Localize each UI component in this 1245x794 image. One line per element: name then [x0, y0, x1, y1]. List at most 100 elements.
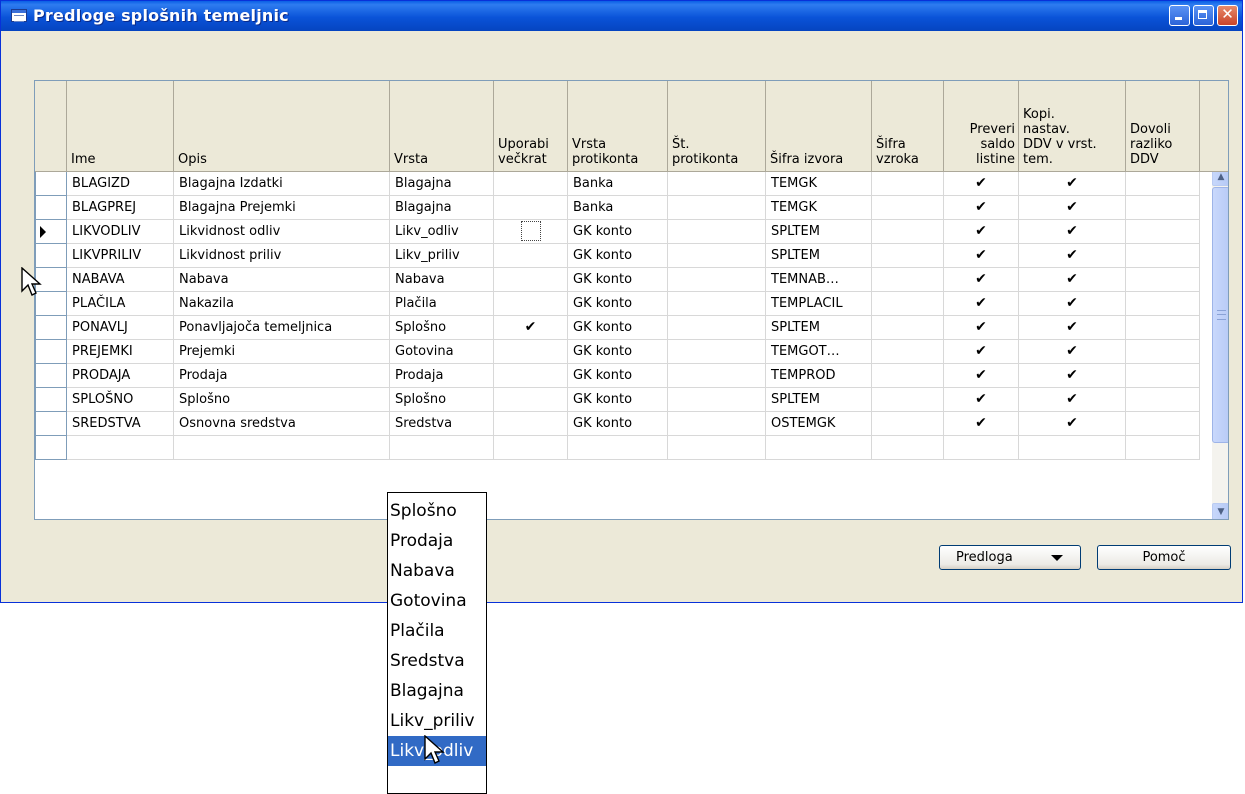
cell-kopi[interactable]: ✔ — [1019, 244, 1126, 268]
cell-sifra_vzroka[interactable] — [872, 172, 944, 196]
cell-preveri[interactable]: ✔ — [944, 340, 1019, 364]
cell-dovoli[interactable] — [1126, 436, 1200, 460]
cell-uporabi[interactable] — [494, 196, 568, 220]
table-row[interactable] — [35, 436, 1200, 460]
cell-opis[interactable]: Nakazila — [174, 292, 390, 316]
cell-uporabi[interactable] — [494, 244, 568, 268]
cell-vrsta[interactable]: Blagajna — [390, 196, 494, 220]
cell-sifra_izvora[interactable]: SPLTEM — [766, 244, 872, 268]
cell-ime[interactable]: LIKVODLIV — [67, 220, 174, 244]
column-header-marker[interactable] — [35, 81, 67, 172]
cell-dovoli[interactable] — [1126, 172, 1200, 196]
cell-kopi[interactable]: ✔ — [1019, 172, 1126, 196]
row-selector[interactable] — [35, 436, 67, 460]
row-selector[interactable] — [35, 244, 67, 268]
cell-uporabi[interactable] — [494, 340, 568, 364]
cell-st_prot[interactable] — [668, 316, 766, 340]
cell-sifra_vzroka[interactable] — [872, 436, 944, 460]
cell-st_prot[interactable] — [668, 364, 766, 388]
pomoc-button[interactable]: Pomoč — [1097, 545, 1231, 570]
row-selector[interactable] — [35, 388, 67, 412]
cell-vrsta_prot[interactable]: GK konto — [568, 364, 668, 388]
cell-uporabi[interactable] — [494, 436, 568, 460]
cell-st_prot[interactable] — [668, 196, 766, 220]
table-row[interactable]: LIKVODLIV Likvidnost odliv Likv_odliv GK ko… — [35, 220, 1200, 244]
column-header-dovoli[interactable]: Dovoli razliko DDV — [1126, 81, 1200, 172]
cell-st_prot[interactable] — [668, 436, 766, 460]
cell-vrsta[interactable]: Likv_odliv — [390, 220, 494, 244]
table-row[interactable]: BLAGIZD Blagajna Izdatki Blagajna Banka TEMG… — [35, 172, 1200, 196]
cell-preveri[interactable] — [944, 436, 1019, 460]
cell-vrsta[interactable]: Sredstva — [390, 412, 494, 436]
cell-vrsta[interactable]: Gotovina — [390, 340, 494, 364]
cell-uporabi[interactable] — [494, 388, 568, 412]
column-header-opis[interactable]: Opis — [174, 81, 390, 172]
cell-st_prot[interactable] — [668, 292, 766, 316]
cell-sifra_vzroka[interactable] — [872, 364, 944, 388]
cell-vrsta[interactable]: Plačila — [390, 292, 494, 316]
predloga-button[interactable]: Predloga — [939, 545, 1081, 570]
cell-ime[interactable]: SREDSTVA — [67, 412, 174, 436]
table-row[interactable]: SPLOŠNO Splošno Splošno GK konto SPLTEM ✔ ✔ — [35, 388, 1200, 412]
cell-ime[interactable]: BLAGIZD — [67, 172, 174, 196]
cell-uporabi[interactable] — [494, 220, 568, 244]
cell-opis[interactable]: Osnovna sredstva — [174, 412, 390, 436]
cell-sifra_vzroka[interactable] — [872, 220, 944, 244]
dropdown-option[interactable]: Splošno — [388, 496, 486, 526]
table-row[interactable]: PREJEMKI Prejemki Gotovina GK konto TEMGOT… ✔… — [35, 340, 1200, 364]
cell-preveri[interactable]: ✔ — [944, 268, 1019, 292]
row-selector[interactable] — [35, 364, 67, 388]
cell-st_prot[interactable] — [668, 220, 766, 244]
cell-sifra_izvora[interactable]: TEMPLACIL — [766, 292, 872, 316]
maximize-button[interactable] — [1193, 5, 1214, 26]
cell-sifra_izvora[interactable]: TEMPROD — [766, 364, 872, 388]
cell-opis[interactable] — [174, 436, 390, 460]
row-selector[interactable] — [35, 196, 67, 220]
cell-uporabi[interactable]: ✔ — [494, 316, 568, 340]
cell-preveri[interactable]: ✔ — [944, 220, 1019, 244]
cell-sifra_izvora[interactable]: TEMGK — [766, 196, 872, 220]
column-header-uporabi[interactable]: Uporabi večkrat — [494, 81, 568, 172]
cell-uporabi[interactable] — [494, 268, 568, 292]
dropdown-option[interactable]: Likv_priliv — [388, 706, 486, 736]
cell-uporabi[interactable] — [494, 292, 568, 316]
dropdown-option[interactable]: Nabava — [388, 556, 486, 586]
table-row[interactable]: PLAČILA Nakazila Plačila GK konto TEMPLACIL ✔… — [35, 292, 1200, 316]
cell-kopi[interactable]: ✔ — [1019, 412, 1126, 436]
cell-kopi[interactable]: ✔ — [1019, 388, 1126, 412]
cell-dovoli[interactable] — [1126, 316, 1200, 340]
cell-preveri[interactable]: ✔ — [944, 292, 1019, 316]
column-header-sifra_izvora[interactable]: Šifra izvora — [766, 81, 872, 172]
cell-st_prot[interactable] — [668, 172, 766, 196]
column-header-sifra_vzroka[interactable]: Šifra vzroka — [872, 81, 944, 172]
cell-vrsta_prot[interactable]: GK konto — [568, 412, 668, 436]
row-selector[interactable] — [35, 412, 67, 436]
cell-dovoli[interactable] — [1126, 340, 1200, 364]
cell-sifra_izvora[interactable]: TEMGOT… — [766, 340, 872, 364]
cell-opis[interactable]: Likvidnost priliv — [174, 244, 390, 268]
table-row[interactable]: PONAVLJ Ponavljajoča temeljnica Splošno ✔ GK… — [35, 316, 1200, 340]
cell-sifra_vzroka[interactable] — [872, 196, 944, 220]
cell-st_prot[interactable] — [668, 388, 766, 412]
cell-sifra_izvora[interactable]: TEMNAB… — [766, 268, 872, 292]
cell-vrsta_prot[interactable]: GK konto — [568, 340, 668, 364]
cell-kopi[interactable]: ✔ — [1019, 340, 1126, 364]
cell-dovoli[interactable] — [1126, 220, 1200, 244]
cell-dovoli[interactable] — [1126, 244, 1200, 268]
cell-vrsta[interactable]: Likv_priliv — [390, 244, 494, 268]
row-selector[interactable] — [35, 316, 67, 340]
cell-vrsta[interactable]: Prodaja — [390, 364, 494, 388]
column-header-preveri[interactable]: Preveri saldo listine — [944, 81, 1019, 172]
cell-sifra_izvora[interactable]: SPLTEM — [766, 316, 872, 340]
cell-sifra_vzroka[interactable] — [872, 292, 944, 316]
cell-kopi[interactable]: ✔ — [1019, 196, 1126, 220]
cell-ime[interactable]: PONAVLJ — [67, 316, 174, 340]
cell-ime[interactable]: PRODAJA — [67, 364, 174, 388]
scroll-down-arrow-icon[interactable]: ▼ — [1212, 503, 1228, 519]
cell-sifra_izvora[interactable] — [766, 436, 872, 460]
cell-dovoli[interactable] — [1126, 412, 1200, 436]
table-row[interactable]: SREDSTVA Osnovna sredstva Sredstva GK konto… — [35, 412, 1200, 436]
cell-kopi[interactable]: ✔ — [1019, 316, 1126, 340]
cell-kopi[interactable]: ✔ — [1019, 292, 1126, 316]
cell-opis[interactable]: Nabava — [174, 268, 390, 292]
